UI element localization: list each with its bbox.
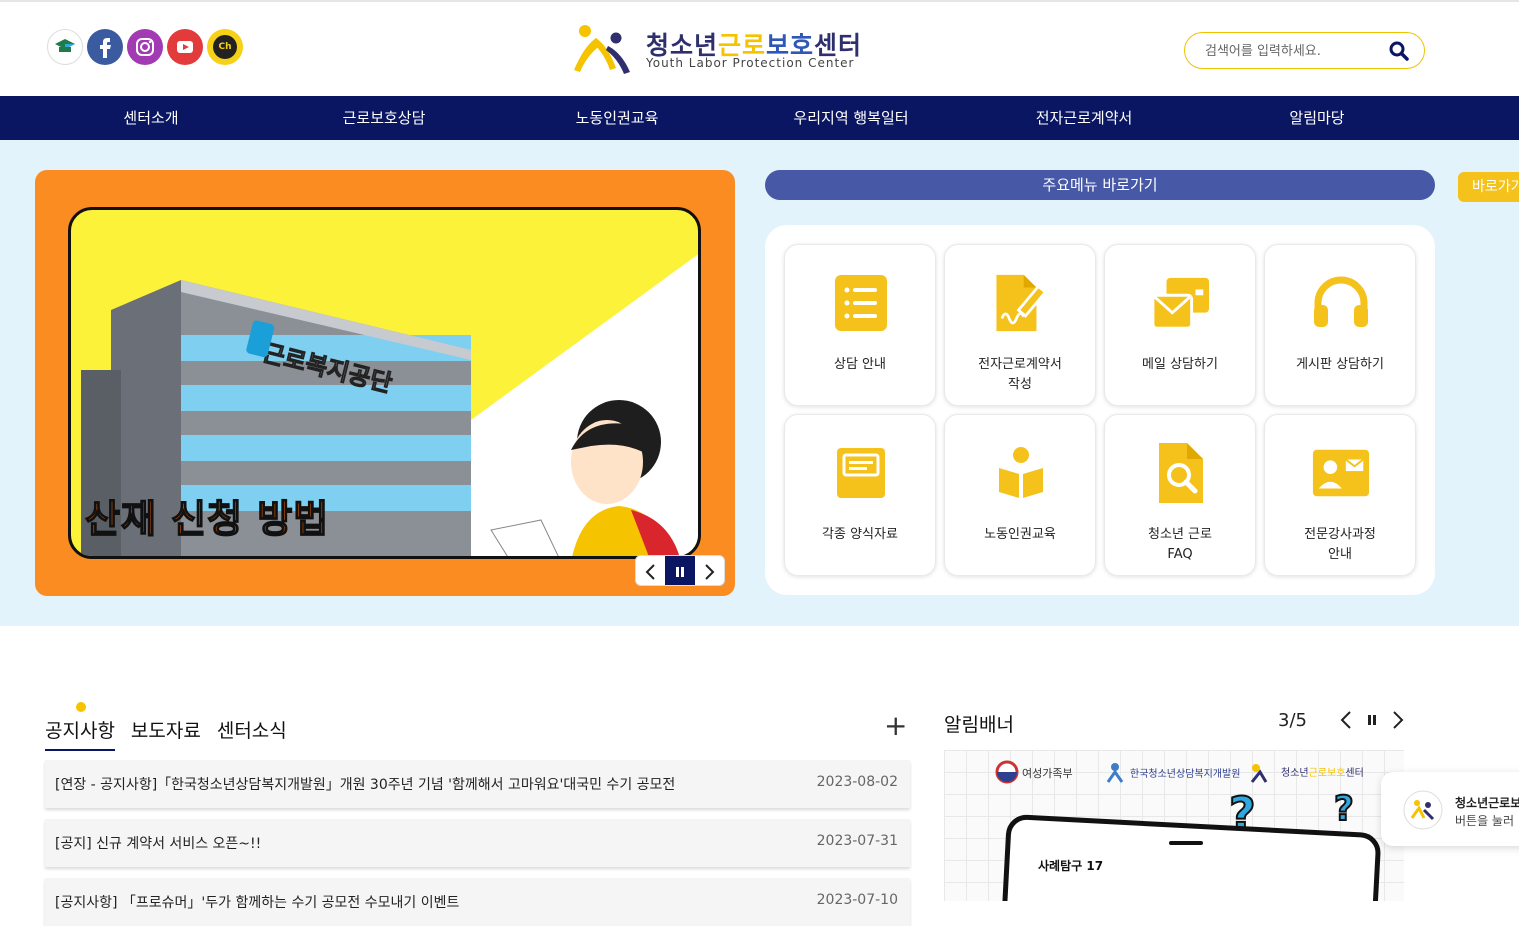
center-logo-icon <box>1403 790 1443 830</box>
nav-e-contract[interactable]: 전자근로계약서 <box>1036 96 1133 140</box>
logo-subtitle: Youth Labor Protection Center <box>646 56 855 70</box>
tab-center-news[interactable]: 센터소식 <box>217 716 287 751</box>
slider-controls <box>635 555 725 586</box>
banner-org1: 여성가족부 <box>1022 767 1073 780</box>
kakao-chat-popup[interactable]: 청소년근로보 버튼을 눌러 <box>1381 772 1519 846</box>
tab-indicator-dot <box>76 702 86 712</box>
youtube-icon[interactable] <box>167 29 203 65</box>
banner-pause-icon[interactable] <box>1366 713 1378 727</box>
facebook-icon[interactable] <box>87 29 123 65</box>
hero-section: 근로복지공단 산재 신청 방법 주요메뉴 바로가기 바로가기 상담 안내 전자근… <box>0 140 1519 626</box>
news-date: 2023-07-10 <box>816 892 898 908</box>
kakao-channel-icon[interactable]: Ch <box>207 29 243 65</box>
tab-press[interactable]: 보도자료 <box>131 716 201 751</box>
quick-tile-label: 전문강사과정 안내 <box>1304 527 1376 562</box>
banner-org3: 청소년근로보호센터 <box>1281 767 1364 779</box>
quick-tile-label: 게시판 상담하기 <box>1296 357 1384 372</box>
news-tabs: 공지사항 보도자료 센터소식 <box>45 716 287 751</box>
news-more-button[interactable]: + <box>884 712 907 740</box>
quick-tile-label: 각종 양식자료 <box>822 527 898 542</box>
main-slider[interactable]: 근로복지공단 산재 신청 방법 <box>35 170 735 596</box>
quick-menu-side-button[interactable]: 바로가기 <box>1458 172 1519 202</box>
news-row[interactable]: [연장 - 공지사항]「한국청소년상담복지개발원」개원 30주년 기념 '함께해… <box>45 760 910 808</box>
quick-tile-label: 상담 안내 <box>834 357 886 372</box>
search-input[interactable] <box>1205 41 1375 61</box>
news-date: 2023-08-02 <box>816 774 898 790</box>
banner-controls <box>1340 710 1404 730</box>
pause-icon <box>675 566 684 577</box>
nav-labor-rights-edu[interactable]: 노동인권교육 <box>576 96 659 140</box>
chevron-left-icon <box>645 563 655 580</box>
quick-tile-label: 노동인권교육 <box>984 527 1056 542</box>
site-logo[interactable]: 청소년근로보호센터 Youth Labor Protection Center <box>570 22 870 78</box>
slider-next-button[interactable] <box>695 556 724 585</box>
inbox-icon <box>831 443 891 503</box>
news-title: [공지] 신규 계약서 서비스 오픈~!! <box>55 836 262 852</box>
file-search-icon <box>1151 443 1211 503</box>
kakao-channel-label: Ch <box>213 35 237 59</box>
slide-image: 근로복지공단 산재 신청 방법 <box>68 207 701 559</box>
banner-prev-icon[interactable] <box>1340 710 1352 730</box>
quick-tile-e-contract[interactable]: 전자근로계약서 작성 <box>944 244 1096 406</box>
reader-icon <box>991 443 1051 503</box>
main-nav: 센터소개 근로보호상담 노동인권교육 우리지역 행복일터 전자근로계약서 알림마… <box>0 96 1519 140</box>
site-header: Ch 청소년근로보호센터 Youth Labor Protection Cent… <box>0 2 1519 96</box>
quick-tile-label: 메일 상담하기 <box>1142 357 1218 372</box>
banner-org2: 한국청소년상담복지개발원 <box>1130 768 1240 780</box>
news-row[interactable]: [공지사항] 「프로슈머」'두가 함께하는 수기 공모전 수모내기 이벤트 20… <box>45 878 910 926</box>
nav-labor-counsel[interactable]: 근로보호상담 <box>343 96 426 140</box>
banner-next-icon[interactable] <box>1392 710 1404 730</box>
quick-tile-label: 전자근로계약서 작성 <box>978 357 1062 392</box>
quick-tile-board-counsel[interactable]: 게시판 상담하기 <box>1264 244 1416 406</box>
news-title: [공지사항] 「프로슈머」'두가 함께하는 수기 공모전 수모내기 이벤트 <box>55 895 460 911</box>
banner-counter: 3/5 <box>1278 710 1307 731</box>
quick-tile-mail-counsel[interactable]: 메일 상담하기 <box>1104 244 1256 406</box>
headset-icon <box>1311 273 1371 333</box>
quick-menu-grid: 상담 안내 전자근로계약서 작성 메일 상담하기 게시판 상담하기 각종 양식자… <box>765 225 1435 595</box>
chevron-right-icon <box>705 563 715 580</box>
banner-heading: 알림배너 <box>944 714 1014 736</box>
list-icon <box>831 273 891 333</box>
quick-menu-title: 주요메뉴 바로가기 <box>765 170 1435 200</box>
news-title: [연장 - 공지사항]「한국청소년상담복지개발원」개원 30주년 기념 '함께해… <box>55 777 676 793</box>
document-sign-icon <box>991 273 1051 333</box>
banner-tag: 사례탐구 17 <box>1038 858 1103 873</box>
quick-tile-instructor-course[interactable]: 전문강사과정 안내 <box>1264 414 1416 576</box>
question-mark-icon: ? <box>1334 789 1354 829</box>
instagram-icon[interactable] <box>127 29 163 65</box>
quick-tile-faq[interactable]: 청소년 근로 FAQ <box>1104 414 1256 576</box>
kakao-popup-text: 버튼을 눌러 <box>1455 814 1515 828</box>
search-box <box>1184 32 1425 69</box>
mail-icon <box>1151 273 1211 333</box>
slider-pause-button[interactable] <box>665 556 695 585</box>
banner-image[interactable]: 여성가족부 한국청소년상담복지개발원 청소년근로보호센터 ? ? ? 사례탐구 … <box>944 750 1404 901</box>
news-date: 2023-07-31 <box>816 833 898 849</box>
nav-local-workplace[interactable]: 우리지역 행복일터 <box>793 96 908 140</box>
quick-tile-labor-edu[interactable]: 노동인권교육 <box>944 414 1096 576</box>
search-icon[interactable] <box>1388 40 1410 62</box>
contact-card-icon <box>1311 443 1371 503</box>
quick-tile-label: 청소년 근로 FAQ <box>1148 527 1212 562</box>
kakao-popup-title: 청소년근로보 <box>1455 796 1519 810</box>
banner-illustration: 여성가족부 한국청소년상담복지개발원 청소년근로보호센터 ? ? ? 사례탐구 … <box>995 760 1381 901</box>
quick-tile-counsel-guide[interactable]: 상담 안내 <box>784 244 936 406</box>
sns-links: Ch <box>47 29 243 65</box>
quick-tile-forms[interactable]: 각종 양식자료 <box>784 414 936 576</box>
nav-center-intro[interactable]: 센터소개 <box>123 96 178 140</box>
nav-notice[interactable]: 알림마당 <box>1289 96 1344 140</box>
slider-prev-button[interactable] <box>636 556 665 585</box>
edu-cap-icon[interactable] <box>47 29 83 65</box>
logo-mark-icon <box>574 25 630 74</box>
news-row[interactable]: [공지] 신규 계약서 서비스 오픈~!! 2023-07-31 <box>45 819 910 867</box>
slide-headline: 산재 신청 방법 <box>84 496 330 542</box>
tab-notice[interactable]: 공지사항 <box>45 716 115 751</box>
